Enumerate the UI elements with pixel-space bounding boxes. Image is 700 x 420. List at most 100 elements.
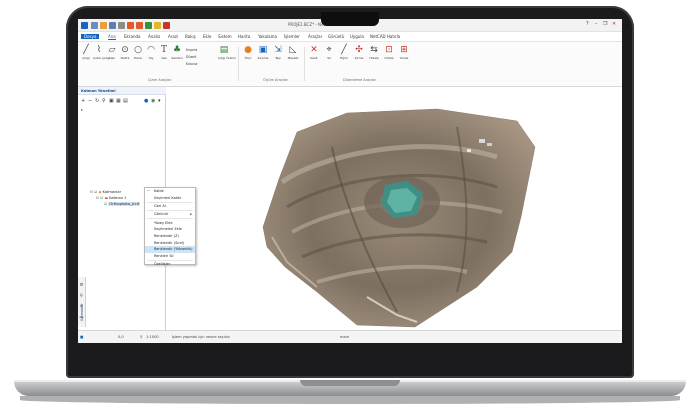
menu-item-visible[interactable]: Görünür ▸ xyxy=(145,211,195,218)
line-icon: ╱ xyxy=(83,45,89,55)
zoom-icon-status[interactable]: ⚲ xyxy=(140,335,143,339)
center-button[interactable]: ⊡ Ortala xyxy=(383,46,395,60)
context-menu: − Kaldır Seçimleri Kaldır Geri Al Görünür… xyxy=(144,187,196,268)
redo-icon[interactable] xyxy=(136,22,143,29)
center-icon: ⊡ xyxy=(385,45,393,55)
tab-tools[interactable]: Araçlar xyxy=(308,34,322,39)
menu-item-add-selection[interactable]: Seçilmeleri Ekle xyxy=(145,226,195,233)
small-tool-3[interactable]: Kılavuz xyxy=(186,62,197,66)
menu-item-color-z[interactable]: Renklendir (Z) xyxy=(145,233,195,240)
gear-icon[interactable]: ⚙ xyxy=(80,283,84,288)
settings-icon[interactable] xyxy=(163,22,170,29)
refresh-panel-icon[interactable]: ↻ xyxy=(95,98,99,104)
point-button[interactable]: ⊙ Nokta xyxy=(119,46,131,60)
measure-button[interactable]: ● Ölçü xyxy=(242,46,254,60)
lock-icon[interactable]: ▣ xyxy=(109,98,114,104)
save-icon[interactable] xyxy=(109,22,116,29)
trim-button[interactable]: ▣ Kırpma xyxy=(257,46,269,60)
arc-button[interactable]: ◠ Yay xyxy=(145,46,157,60)
ribbon: ╱ Çizgi ⌇ Çoklu Çizgi ▱ Alan ⊙ Nokta ○ Daire … xyxy=(78,42,622,87)
tab-file[interactable]: Dosya xyxy=(81,34,100,39)
tab-apply[interactable]: Uygula xyxy=(350,34,364,39)
remove-icon[interactable]: − xyxy=(88,98,92,104)
layer-icon[interactable] xyxy=(145,22,152,29)
map-canvas[interactable] xyxy=(167,87,622,330)
tab-home[interactable]: Ana xyxy=(108,34,116,40)
collapse-icon-2: ⊟ xyxy=(96,196,100,200)
line-button[interactable]: ╱ Çizgi xyxy=(80,46,92,60)
tree-item-orthophoto[interactable]: ☑ Orthophoto_A.tif xyxy=(104,202,140,206)
small-tool-1[interactable]: Kırpma xyxy=(186,48,197,52)
panel-menu-icon[interactable]: ▾ xyxy=(158,98,161,104)
checkbox-icon: ☑ xyxy=(94,190,98,194)
circle-button[interactable]: ○ Daire xyxy=(132,46,144,60)
area-button[interactable]: ▱ Alan xyxy=(106,46,118,60)
refresh-button[interactable]: ⊞ Yenile xyxy=(398,46,410,60)
text-button[interactable]: T Yazı xyxy=(158,46,170,60)
menu-item-add-surface[interactable]: Yüzey Ekle xyxy=(145,220,195,227)
maximize-icon[interactable]: ❐ xyxy=(603,21,607,27)
tab-system[interactable]: Sistem xyxy=(218,34,232,39)
color-icon[interactable]: ● xyxy=(144,98,148,104)
submenu-arrow-icon: ▸ xyxy=(190,212,192,217)
move-button[interactable]: ⇲ Taşı xyxy=(272,46,284,60)
help-icon[interactable]: ? xyxy=(586,21,589,27)
trim-icon: ▣ xyxy=(258,45,268,55)
polyline-button[interactable]: ⌇ Çoklu Çizgi xyxy=(93,46,110,60)
print-icon[interactable] xyxy=(118,22,125,29)
grid-icon[interactable]: ▦ xyxy=(116,98,121,104)
tree-item-layer[interactable]: ⊟ ☑ ▬ Katman 1 xyxy=(96,196,126,200)
small-tool-2[interactable]: Düzelt xyxy=(186,55,196,59)
tab-snap[interactable]: Yakalama xyxy=(258,34,277,39)
break-icon: ✣ xyxy=(355,45,363,55)
properties-icon[interactable]: ▤ xyxy=(123,98,128,104)
status-message: İşlem yapmak için nesne seçiniz xyxy=(172,334,230,339)
section-button[interactable]: ✕ Kesit xyxy=(308,46,320,60)
line-generator-button[interactable]: ▤ Çizgi Üretici xyxy=(218,46,236,60)
new-file-icon[interactable] xyxy=(91,22,98,29)
align-button[interactable]: ⇆ Hizala xyxy=(368,46,380,60)
zoom-icon[interactable] xyxy=(154,22,161,29)
link-icon[interactable]: ⚯ xyxy=(80,316,84,321)
tab-screen[interactable]: Ekranda xyxy=(124,34,140,39)
symbol-button[interactable]: ♣ Sembol xyxy=(171,46,183,60)
minimize-icon[interactable]: – xyxy=(595,21,598,27)
undo-icon[interactable] xyxy=(127,22,134,29)
open-folder-icon[interactable] xyxy=(100,22,107,29)
tree-icon: ♣ xyxy=(172,45,182,55)
tab-analysis[interactable]: Analiz xyxy=(148,34,160,39)
close-icon[interactable]: ✕ xyxy=(612,21,616,27)
point-icon: ⊙ xyxy=(121,45,129,55)
tab-view[interactable]: Bakış xyxy=(185,34,196,39)
search-icon[interactable]: ⚲ xyxy=(80,294,83,299)
tab-terrain[interactable]: Arazi xyxy=(168,34,178,39)
ribbon-separator-2 xyxy=(304,47,305,81)
move-icon: ⇲ xyxy=(274,45,282,55)
tab-insert[interactable]: Ekle xyxy=(203,34,211,39)
menu-item-clear-selection[interactable]: Seçimleri Kaldır xyxy=(145,195,195,202)
slope-button[interactable]: ╱ Eğim xyxy=(338,46,350,60)
filter-icon[interactable]: ⚲ xyxy=(102,98,106,104)
menu-item-color-height[interactable]: Renklendir (Yükseklik) xyxy=(145,246,195,253)
group-label-measure: Ölçüm Araçları xyxy=(263,78,289,82)
tab-image[interactable]: Görüntü xyxy=(328,34,344,39)
status-zoom[interactable]: 1:1000 xyxy=(146,335,159,339)
menu-item-undo[interactable]: Geri Al xyxy=(145,203,195,210)
distance-button[interactable]: ◺ Mesafe xyxy=(287,46,299,60)
add-icon[interactable]: + xyxy=(81,98,85,104)
menu-item-remove[interactable]: − Kaldır xyxy=(145,188,195,195)
break-button[interactable]: ✣ Kırma xyxy=(353,46,365,60)
ribbon-separator xyxy=(238,47,239,81)
visible-icon[interactable]: ◉ xyxy=(151,98,155,104)
tree-item-layers[interactable]: ⊟ ☑ ◆ Katmanlar xyxy=(90,190,121,194)
delete-button[interactable]: ⌖ Sil xyxy=(323,46,335,60)
collapse-icon: ⊟ xyxy=(90,190,94,194)
layer-icon: ▬ xyxy=(104,196,108,200)
tab-operations[interactable]: İşlemler xyxy=(284,34,300,39)
menu-item-clear-colors[interactable]: Renkleri Sil xyxy=(145,253,195,260)
menu-item-properties[interactable]: Özellikler xyxy=(145,261,195,268)
menu-item-color-class[interactable]: Renklendir (Sınıf) xyxy=(145,240,195,247)
tab-map[interactable]: Harita xyxy=(238,34,250,39)
pen-icon[interactable]: ✎ xyxy=(80,305,84,310)
tab-remember[interactable]: NetCAD Hatırla xyxy=(370,34,400,39)
